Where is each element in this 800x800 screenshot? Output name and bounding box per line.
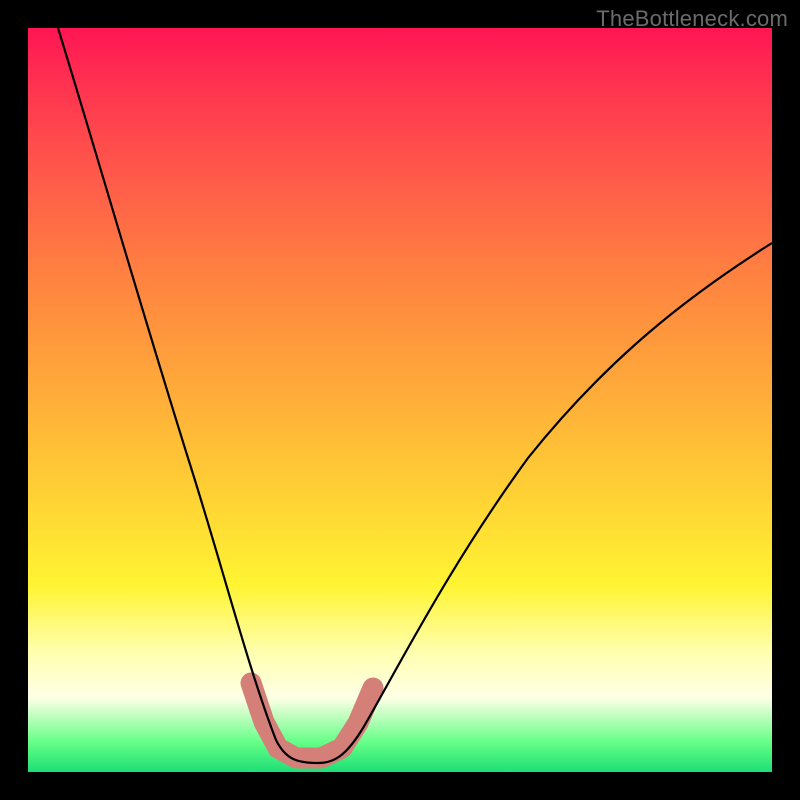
chart-overlay-svg	[28, 28, 772, 772]
watermark-text: TheBottleneck.com	[596, 6, 788, 32]
bottleneck-curve	[58, 28, 772, 763]
chart-frame: TheBottleneck.com	[0, 0, 800, 800]
